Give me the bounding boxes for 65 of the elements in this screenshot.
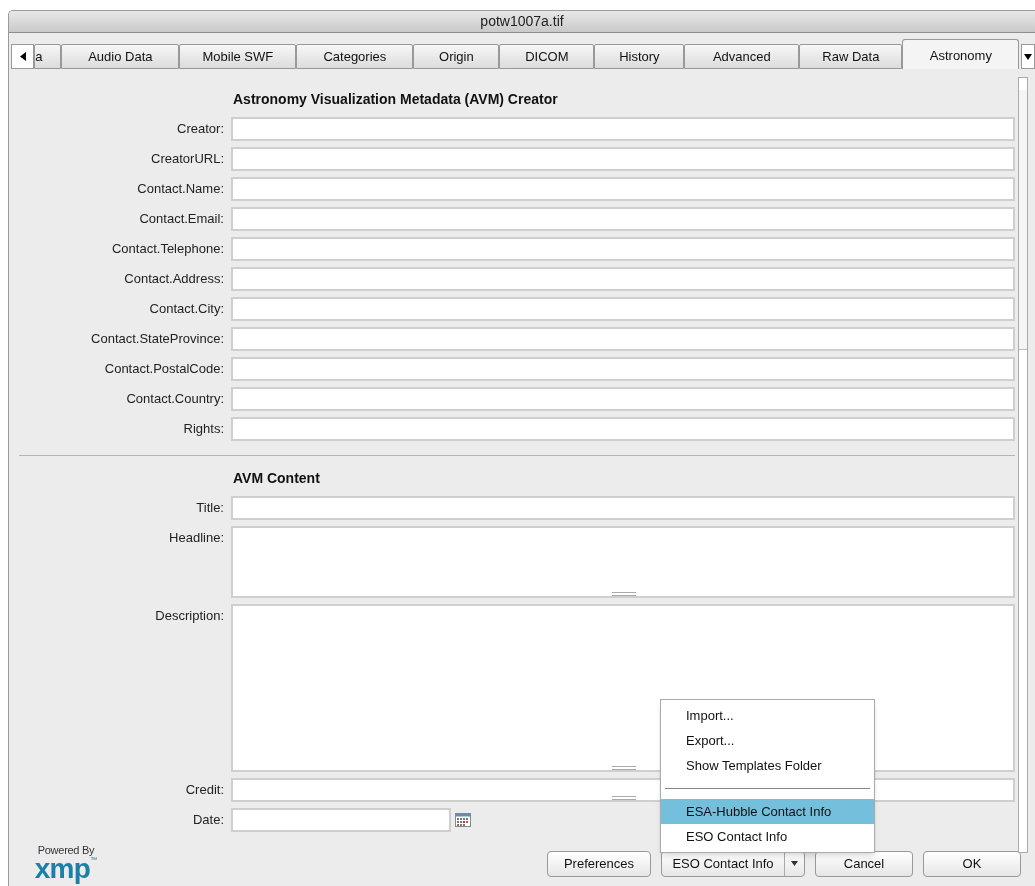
field-label: Contact.StateProvince: [90, 330, 225, 348]
field-label: Contact.Country: [125, 390, 225, 408]
field-label: Creator: [176, 120, 225, 138]
input-field[interactable] [231, 267, 1015, 291]
tab[interactable]: Origin [413, 44, 500, 69]
tab[interactable]: Mobile SWF [179, 44, 297, 69]
down-arrow-icon [1024, 53, 1033, 60]
field-label: Title: [195, 499, 225, 517]
input-field[interactable] [231, 177, 1015, 201]
tab-list-button[interactable] [1021, 44, 1035, 69]
tab[interactable]: Astronomy [902, 39, 1020, 69]
left-arrow-icon [19, 52, 26, 61]
input-field[interactable] [231, 808, 451, 832]
tab[interactable]: Advanced [684, 44, 800, 69]
dialog-button[interactable]: Preferences [547, 850, 651, 877]
section-heading: Astronomy Visualization Metadata (AVM) Creator [232, 89, 559, 109]
scroll-left-button[interactable] [11, 44, 35, 69]
input-field[interactable] [231, 147, 1015, 171]
dialog-button[interactable]: OK [923, 850, 1021, 877]
tab[interactable]: DICOM [499, 44, 595, 69]
tab[interactable]: a [34, 44, 62, 69]
field-label: Rights: [182, 420, 225, 438]
dialog-button[interactable]: Cancel [815, 850, 913, 877]
field-label: Credit: [184, 781, 225, 799]
tab[interactable]: Categories [296, 44, 414, 69]
menu-item[interactable]: Import... [661, 703, 874, 728]
field-label: Contact.Email: [138, 210, 225, 228]
input-field[interactable] [231, 207, 1015, 231]
field-label: Contact.Address: [123, 270, 225, 288]
field-label: Contact.City: [148, 300, 225, 318]
input-field[interactable] [231, 387, 1015, 411]
menu-item[interactable]: Show Templates Folder [661, 753, 874, 778]
input-field[interactable] [231, 327, 1015, 351]
tab[interactable]: Audio Data [61, 44, 180, 69]
window-title: potw1007a.tif [480, 12, 564, 31]
field-label: Contact.Telephone: [110, 240, 225, 258]
input-field[interactable] [231, 496, 1015, 520]
field-label: Description: [154, 607, 225, 625]
menu-item[interactable]: ESA-Hubble Contact Info [661, 799, 874, 824]
field-label: Contact.Name: [136, 180, 225, 198]
menu-item[interactable]: Export... [661, 728, 874, 753]
scrollbar-thumb[interactable] [1019, 90, 1027, 350]
input-field[interactable] [231, 357, 1015, 381]
calendar-icon[interactable] [455, 813, 471, 827]
menu-item[interactable]: ESO Contact Info [661, 824, 874, 849]
logo-caption: Powered By [37, 845, 95, 856]
button-label: ESO Contact Info [671, 854, 775, 873]
field-label: Date: [191, 811, 225, 829]
input-field[interactable] [231, 117, 1015, 141]
resize-grip[interactable] [612, 796, 636, 800]
input-field[interactable] [231, 297, 1015, 321]
resize-grip[interactable] [612, 592, 636, 596]
field-label: Contact.PostalCode: [103, 360, 225, 378]
tab[interactable]: History [594, 44, 685, 69]
scrollbar[interactable] [1018, 77, 1028, 853]
section-heading: AVM Content [232, 468, 321, 488]
caret-icon[interactable] [791, 861, 798, 866]
field-label: CreatorURL: [150, 150, 225, 168]
logo-wordmark: xmp [34, 856, 91, 882]
tab[interactable]: Raw Data [799, 44, 903, 69]
text-area[interactable] [231, 526, 1015, 598]
input-field[interactable] [231, 417, 1015, 441]
input-field[interactable] [231, 237, 1015, 261]
field-label: Headline: [168, 529, 225, 547]
resize-grip[interactable] [612, 766, 636, 770]
